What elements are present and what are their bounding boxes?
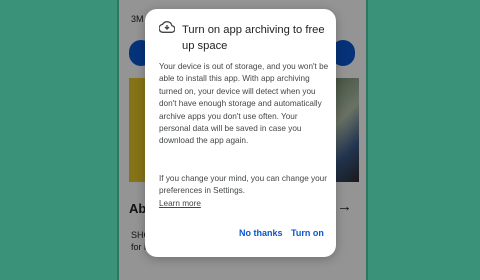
- dialog-body: Your device is out of storage, and you w…: [159, 62, 329, 146]
- app-archiving-dialog: Turn on app archiving to free up space Y…: [145, 9, 336, 257]
- turn-on-button[interactable]: Turn on: [289, 225, 326, 241]
- dialog-title: Turn on app archiving to free up space: [182, 24, 325, 52]
- cloud-download-icon: [159, 20, 175, 33]
- learn-more-link[interactable]: Learn more: [159, 199, 201, 208]
- dialog-body-settings-text: If you change your mind, you can change …: [159, 174, 327, 196]
- no-thanks-button[interactable]: No thanks: [237, 225, 285, 241]
- dialog-body-settings: If you change your mind, you can change …: [159, 173, 329, 210]
